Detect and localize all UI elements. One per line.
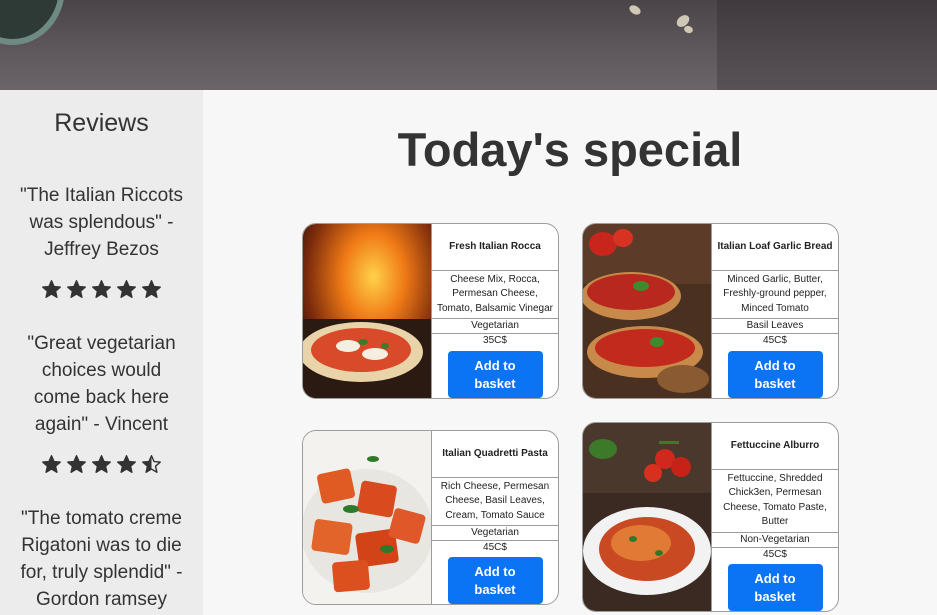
star-full-icon <box>117 455 136 473</box>
star-full-icon <box>42 280 61 298</box>
dish-diet: Basil Leaves <box>712 319 838 335</box>
star-rating <box>16 279 187 303</box>
star-full-icon <box>117 280 136 298</box>
spaghetti-photo <box>583 423 711 611</box>
dish-diet: Vegetarian <box>432 526 558 541</box>
dish-card: Fettuccine Alburro Fettuccine, Shredded … <box>582 422 839 612</box>
dish-name: Italian Quadretti Pasta <box>432 431 558 478</box>
dish-card: Fresh Italian Rocca Cheese Mix, Rocca, P… <box>302 223 559 399</box>
dish-diet: Vegetarian <box>432 319 558 335</box>
hero-shadow <box>717 0 937 90</box>
dish-ingredients: Minced Garlic, Butter, Freshly-ground pe… <box>712 271 838 320</box>
add-to-basket-button[interactable]: Add to basket <box>727 351 823 398</box>
page-title: Today's special <box>397 123 743 176</box>
dish-price: 35C$ <box>483 335 507 347</box>
dish-name: Italian Loaf Garlic Bread <box>712 224 838 271</box>
dish-name: Fresh Italian Rocca <box>432 224 558 271</box>
seed-decoration <box>627 3 643 17</box>
star-full-icon <box>67 455 86 473</box>
pizza-photo <box>303 224 431 398</box>
dish-ingredients: Cheese Mix, Rocca, Permesan Cheese, Toma… <box>432 271 558 320</box>
reviews-title: Reviews <box>54 109 149 137</box>
review-item: "The Italian Riccots was splendous" - Je… <box>0 182 203 303</box>
review-item: "The tomato creme Rigatoni was to die fo… <box>0 505 203 613</box>
dish-info: Fettuccine Alburro Fettuccine, Shredded … <box>711 423 838 611</box>
dish-info: Fresh Italian Rocca Cheese Mix, Rocca, P… <box>431 224 558 398</box>
review-item: "Great vegetarian choices would come bac… <box>0 330 203 478</box>
reviews-sidebar: Reviews "The Italian Riccots was splendo… <box>0 90 203 615</box>
review-text: "The tomato creme Rigatoni was to die fo… <box>20 508 183 610</box>
dish-diet: Non-Vegetarian <box>712 533 838 548</box>
ravioli-photo <box>303 431 431 604</box>
star-full-icon <box>142 280 161 298</box>
dish-info: Italian Loaf Garlic Bread Minced Garlic,… <box>711 224 838 398</box>
dish-ingredients: Fettuccine, Shredded Chick3en, Permesan … <box>712 470 838 533</box>
plate-image <box>0 0 65 45</box>
add-to-basket-button[interactable]: Add to basket <box>447 351 543 398</box>
add-to-basket-button[interactable]: Add to basket <box>447 557 543 604</box>
star-rating <box>16 454 187 478</box>
star-full-icon <box>92 280 111 298</box>
star-full-icon <box>42 455 61 473</box>
dish-price: 45C$ <box>763 335 787 347</box>
star-full-icon <box>92 455 111 473</box>
bruschetta-photo <box>583 224 711 398</box>
seed-decoration <box>683 24 694 35</box>
dish-name: Fettuccine Alburro <box>712 423 838 470</box>
main-content: Today's special Fresh Italian Rocca Chee… <box>203 90 937 615</box>
hero-banner <box>0 0 937 90</box>
add-to-basket-button[interactable]: Add to basket <box>727 564 823 611</box>
star-full-icon <box>67 280 86 298</box>
dish-card: Italian Quadretti Pasta Rich Cheese, Per… <box>302 430 559 605</box>
dish-card: Italian Loaf Garlic Bread Minced Garlic,… <box>582 223 839 399</box>
review-text: "The Italian Riccots was splendous" - Je… <box>19 185 184 260</box>
dish-price: 45C$ <box>763 548 787 560</box>
star-half-icon <box>142 455 161 473</box>
dish-price: 45C$ <box>483 541 507 553</box>
dish-info: Italian Quadretti Pasta Rich Cheese, Per… <box>431 431 558 604</box>
review-text: "Great vegetarian choices would come bac… <box>27 333 176 435</box>
dish-ingredients: Rich Cheese, Permesan Cheese, Basil Leav… <box>432 478 558 526</box>
